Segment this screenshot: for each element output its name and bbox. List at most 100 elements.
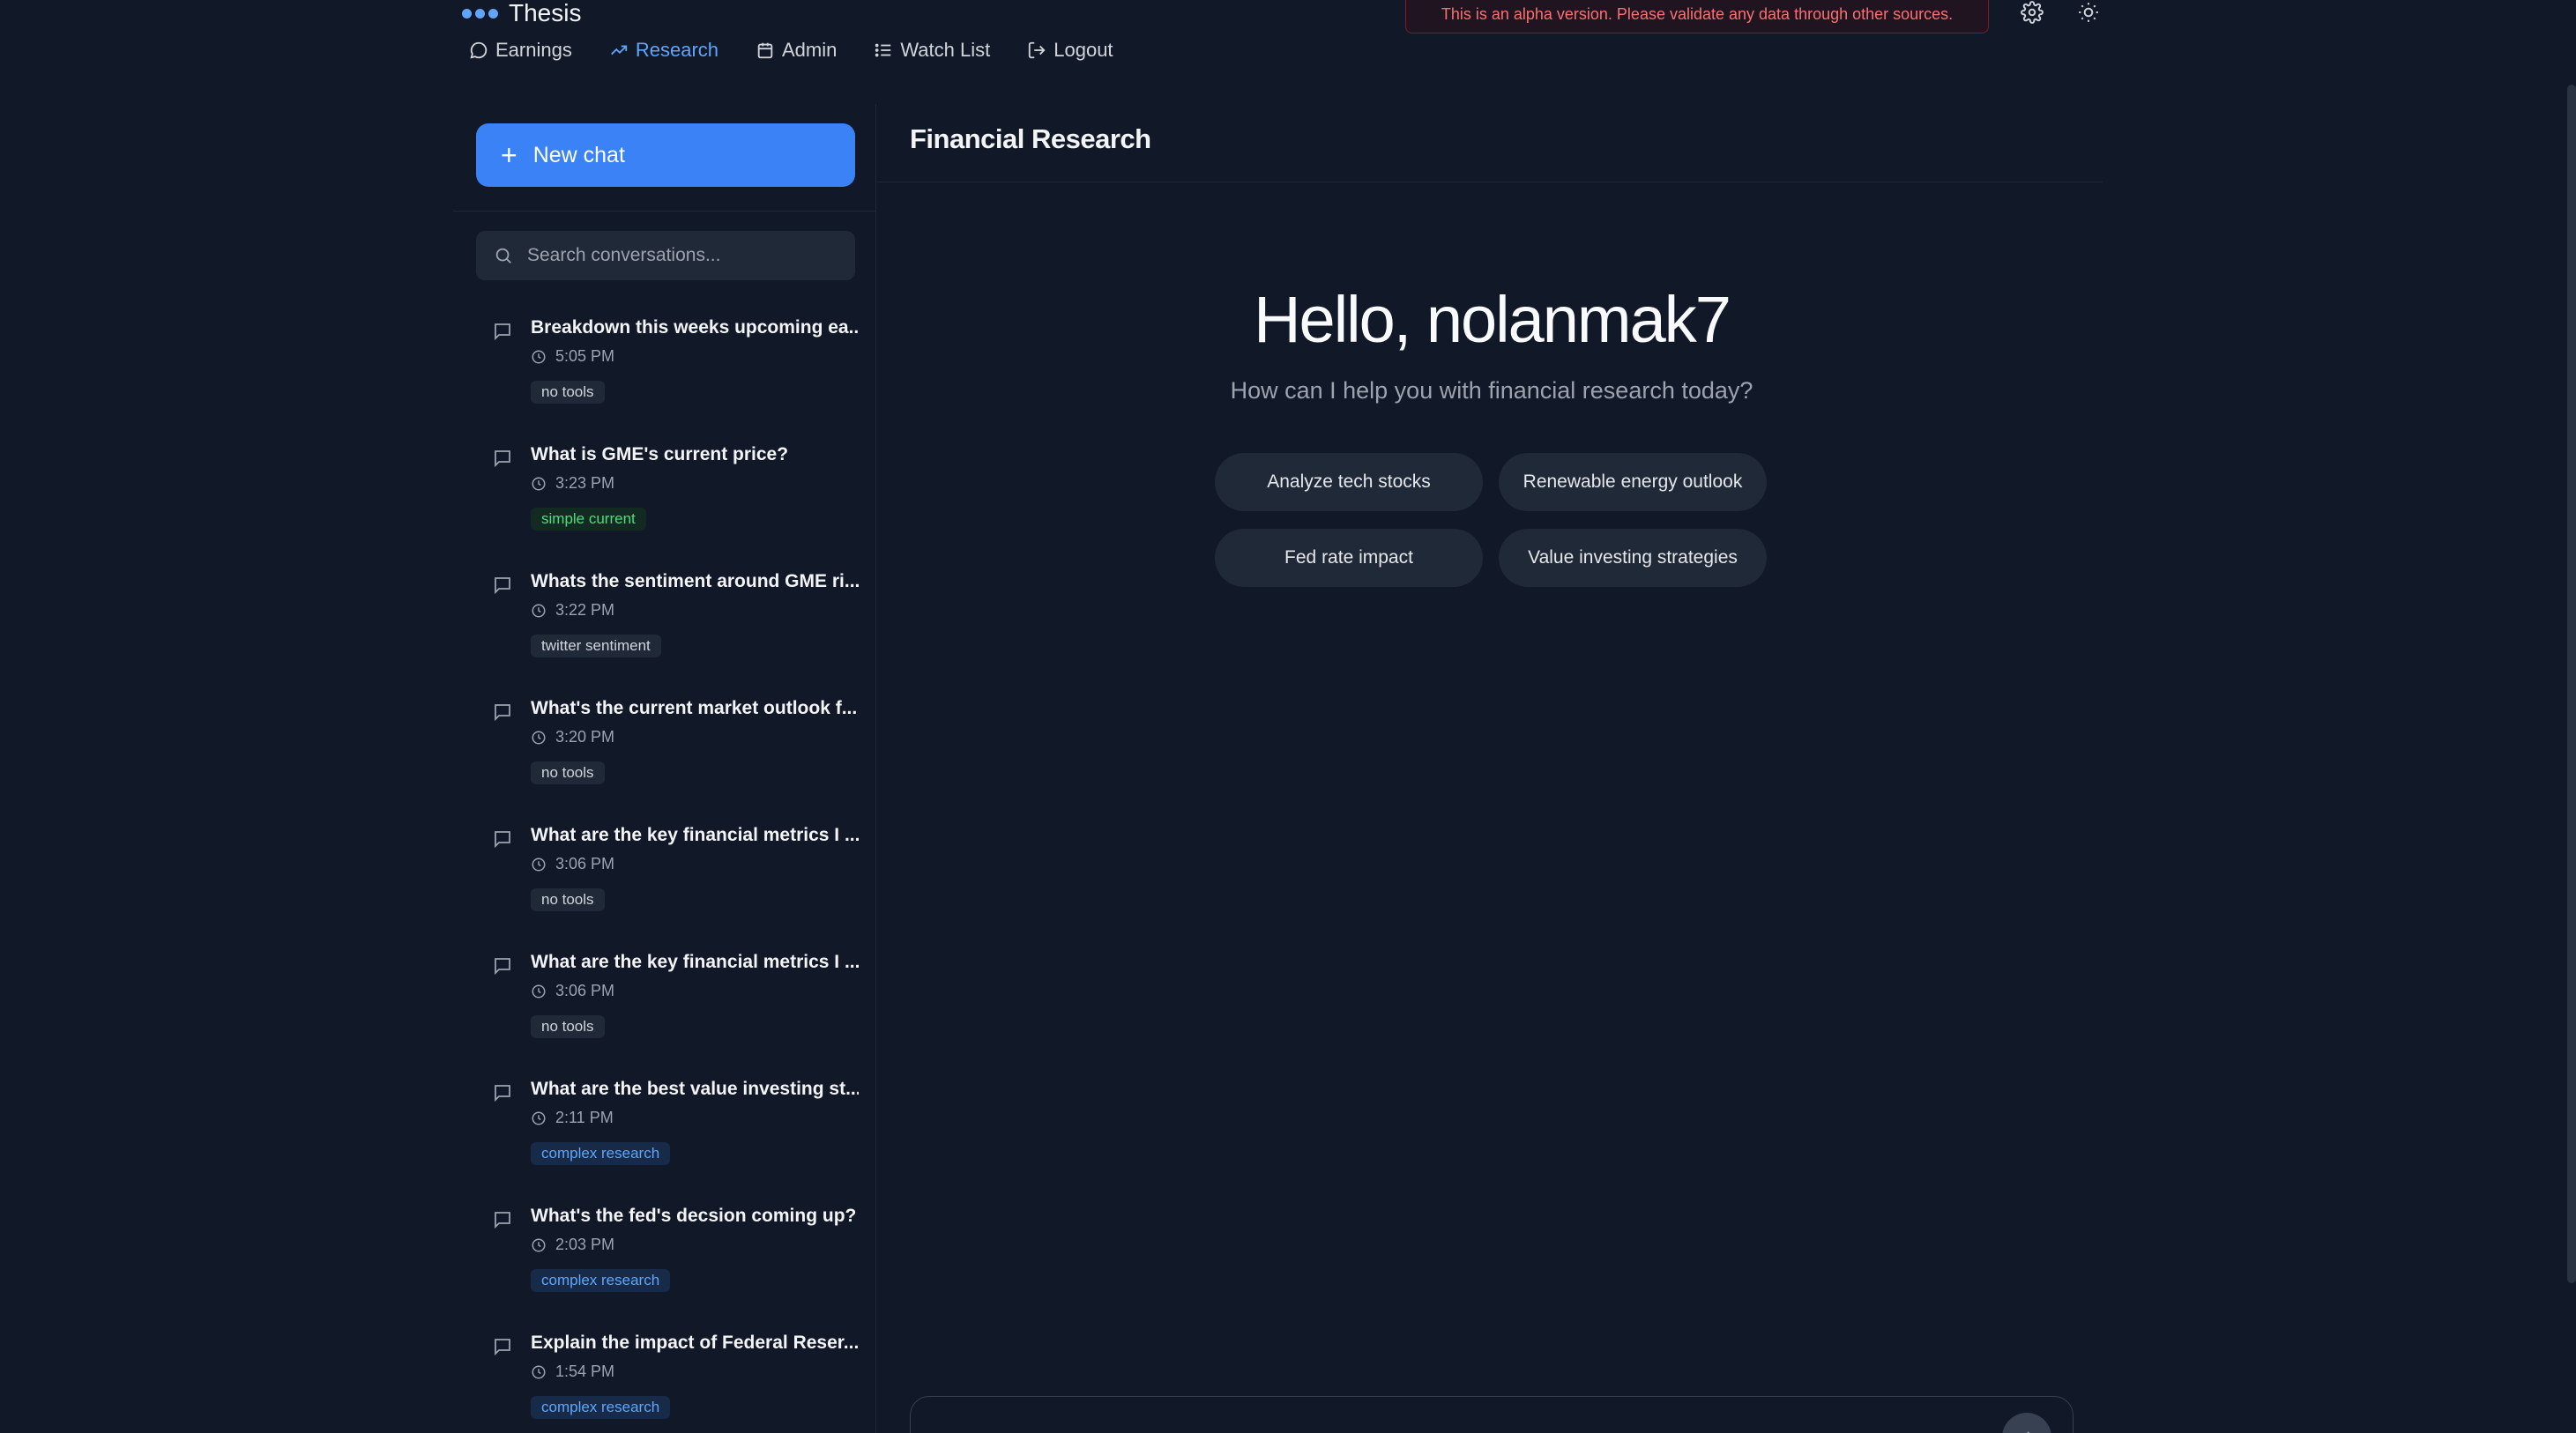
theme-toggle-button[interactable] bbox=[2075, 0, 2102, 25]
suggestion-chip[interactable]: Fed rate impact bbox=[1215, 529, 1483, 587]
list-icon bbox=[875, 43, 891, 57]
conversation-title: What's the fed's decsion coming up? bbox=[531, 1206, 857, 1226]
nav-item-watch-list[interactable]: Watch List bbox=[874, 39, 990, 62]
conversation-title: Whats the sentiment around GME ri... bbox=[531, 571, 859, 591]
conversation-time: 5:05 PM bbox=[531, 347, 614, 366]
conversation-title: What's the current market outlook f... bbox=[531, 698, 858, 718]
logout-icon bbox=[1029, 41, 1046, 59]
conversation-tag: complex research bbox=[531, 1269, 671, 1292]
message-bubble-icon bbox=[492, 448, 513, 469]
message-composer bbox=[910, 1396, 2073, 1433]
nav-item-logout[interactable]: Logout bbox=[1027, 39, 1113, 62]
send-button[interactable] bbox=[2002, 1413, 2051, 1433]
conversation-time: 3:20 PM bbox=[531, 728, 614, 746]
suggestion-chip[interactable]: Value investing strategies bbox=[1499, 529, 1767, 587]
conversation-time-text: 2:03 PM bbox=[555, 1236, 615, 1253]
page-scrollbar[interactable] bbox=[2567, 85, 2576, 1283]
message-bubble-icon bbox=[492, 1336, 513, 1357]
calendar-icon bbox=[757, 42, 773, 59]
plus-icon: + bbox=[501, 139, 517, 171]
greeting-heading: Hello, nolanmak7 bbox=[1254, 283, 1731, 356]
nav-item-earnings[interactable]: Earnings bbox=[469, 39, 572, 62]
message-bubble-icon bbox=[492, 828, 513, 850]
sun-icon bbox=[2079, 3, 2098, 22]
conversation-time-text: 5:05 PM bbox=[555, 347, 615, 365]
app-name: Thesis bbox=[509, 0, 582, 26]
message-bubble-icon bbox=[492, 1209, 513, 1230]
settings-button[interactable] bbox=[2019, 0, 2045, 25]
conversation-tag: twitter sentiment bbox=[531, 635, 661, 657]
conversation-item[interactable]: What are the key financial metrics I ...… bbox=[476, 947, 864, 1073]
conversation-list: Breakdown this weeks upcoming ea... 5:05 … bbox=[476, 312, 864, 1433]
gear-icon bbox=[2021, 1, 2044, 24]
conversation-title: What is GME's current price? bbox=[531, 444, 789, 464]
chat-icon bbox=[470, 41, 488, 59]
suggestion-chip[interactable]: Analyze tech stocks bbox=[1215, 453, 1483, 511]
clock-icon bbox=[532, 1365, 546, 1378]
conversation-tag: complex research bbox=[531, 1396, 671, 1419]
conversation-time-text: 3:22 PM bbox=[555, 601, 615, 619]
conversation-tag: no tools bbox=[531, 381, 605, 404]
alpha-warning-text: This is an alpha version. Please validat… bbox=[1441, 5, 1954, 23]
sidebar-divider bbox=[453, 211, 876, 212]
conversation-title: What are the best value investing st... bbox=[531, 1079, 859, 1099]
conversation-item[interactable]: What is GME's current price? 3:23 PM simpl… bbox=[476, 439, 864, 566]
clock-icon bbox=[532, 1111, 546, 1125]
conversation-item[interactable]: Whats the sentiment around GME ri... 3:22… bbox=[476, 566, 864, 693]
nav-item-research[interactable]: Research bbox=[609, 39, 718, 62]
conversation-item[interactable]: What are the best value investing st... 2… bbox=[476, 1073, 864, 1200]
conversation-title: What are the key financial metrics I ... bbox=[531, 825, 859, 845]
conversation-time-text: 1:54 PM bbox=[555, 1362, 615, 1380]
new-chat-label: New chat bbox=[532, 142, 625, 167]
conversation-item[interactable]: What are the key financial metrics I ...… bbox=[476, 820, 864, 947]
message-bubble-icon bbox=[492, 702, 513, 723]
message-bubble-icon bbox=[492, 321, 513, 342]
clock-icon bbox=[532, 731, 546, 744]
conversation-sidebar: + New chat Breakdown this weeks upcoming… bbox=[453, 104, 876, 1433]
app-root: Thesis Earnings Research Admin Watch Lis… bbox=[0, 0, 2576, 1433]
suggestion-grid: Analyze tech stocks Renewable energy out… bbox=[1215, 453, 1768, 587]
conversation-tag: no tools bbox=[531, 888, 605, 911]
trending-up-icon bbox=[610, 45, 628, 56]
greeting-subtitle: How can I help you with financial resear… bbox=[1230, 377, 1753, 404]
conversation-time: 3:06 PM bbox=[531, 855, 614, 873]
nav-label: Admin bbox=[782, 39, 838, 61]
clock-icon bbox=[532, 477, 546, 490]
conversation-item[interactable]: Explain the impact of Federal Reser... 1:… bbox=[476, 1327, 864, 1433]
conversation-tag: simple current bbox=[531, 508, 646, 531]
brand-logo[interactable]: Thesis bbox=[462, 0, 581, 26]
clock-icon bbox=[532, 350, 546, 363]
clock-icon bbox=[532, 604, 546, 617]
conversation-item[interactable]: Breakdown this weeks upcoming ea... 5:05 … bbox=[476, 312, 864, 439]
suggestion-chip[interactable]: Renewable energy outlook bbox=[1499, 453, 1767, 511]
search-icon bbox=[495, 248, 511, 264]
conversation-time-text: 3:23 PM bbox=[555, 474, 615, 492]
search-input[interactable] bbox=[527, 245, 845, 266]
conversation-time-text: 3:06 PM bbox=[555, 982, 615, 999]
conversation-title: Explain the impact of Federal Reser... bbox=[531, 1333, 859, 1353]
conversation-time: 3:23 PM bbox=[531, 474, 614, 493]
clock-icon bbox=[532, 858, 546, 871]
clock-icon bbox=[532, 984, 546, 998]
message-bubble-icon bbox=[492, 955, 513, 976]
conversation-tag: complex research bbox=[531, 1142, 671, 1165]
nav-label: Watch List bbox=[900, 39, 991, 61]
conversation-time: 2:11 PM bbox=[531, 1109, 614, 1127]
conversation-item[interactable]: What's the current market outlook f... 3:… bbox=[476, 693, 864, 820]
conversation-time: 2:03 PM bbox=[531, 1236, 614, 1254]
new-chat-button[interactable]: + New chat bbox=[476, 123, 855, 187]
message-bubble-icon bbox=[492, 575, 513, 596]
nav-item-admin[interactable]: Admin bbox=[756, 39, 837, 62]
conversation-tag: no tools bbox=[531, 761, 605, 784]
search-box bbox=[476, 231, 855, 280]
conversation-title: What are the key financial metrics I ... bbox=[531, 952, 859, 972]
conversation-title: Breakdown this weeks upcoming ea... bbox=[531, 317, 859, 338]
logo-dots-icon bbox=[462, 8, 498, 19]
alpha-warning-banner: This is an alpha version. Please validat… bbox=[1405, 0, 1989, 33]
conversation-item[interactable]: What's the fed's decsion coming up? 2:03 … bbox=[476, 1200, 864, 1327]
conversation-time: 3:22 PM bbox=[531, 601, 614, 620]
conversation-time-text: 2:11 PM bbox=[555, 1109, 614, 1126]
nav-label: Logout bbox=[1053, 39, 1113, 61]
conversation-time-text: 3:06 PM bbox=[555, 855, 615, 872]
clock-icon bbox=[532, 1238, 546, 1251]
